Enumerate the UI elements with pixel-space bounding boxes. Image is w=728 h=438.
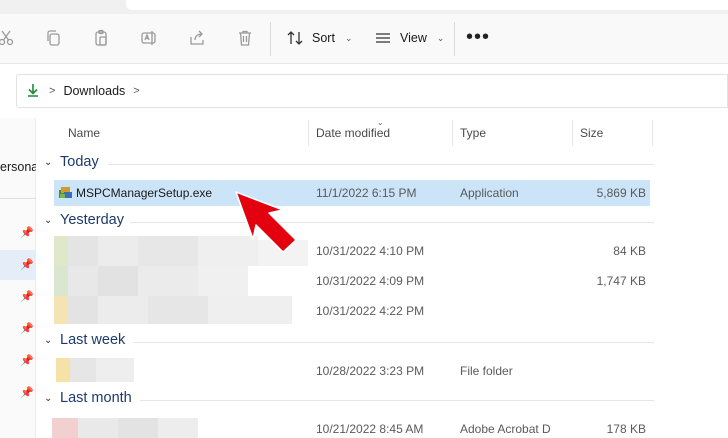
file-size: 178 KB [606, 422, 646, 436]
pin-icon: 📌 [20, 259, 34, 271]
pin-icon: 📌 [20, 323, 34, 335]
file-date: 10/28/2022 3:23 PM [316, 364, 425, 378]
group-label: Last month [60, 390, 132, 406]
cut-icon[interactable] [0, 24, 18, 52]
file-date: 10/31/2022 4:22 PM [316, 304, 425, 318]
blurred-pdf-name [52, 418, 198, 438]
chevron-down-icon: ⌄ [344, 32, 353, 43]
file-name: MSPCManagerSetup.exe [76, 186, 213, 200]
pin-icon: 📌 [20, 291, 34, 303]
group-label: Last week [60, 332, 126, 348]
chevron-down-icon: ⌄ [436, 32, 445, 43]
pin-icon: 📌 [20, 355, 34, 367]
rename-icon[interactable] [136, 24, 162, 52]
download-icon [25, 82, 41, 101]
paste-icon[interactable] [88, 24, 114, 52]
installer-file-icon [58, 184, 74, 203]
group-divider [134, 342, 654, 343]
file-size: 1,747 KB [596, 274, 646, 288]
pin-icon: 📌 [20, 227, 34, 239]
group-header-last-month[interactable]: ⌄ Last month [44, 390, 132, 406]
blurred-folder-name [56, 358, 134, 382]
breadcrumb-chevron-icon[interactable]: > [133, 85, 139, 97]
share-icon[interactable] [184, 24, 210, 52]
column-date-modified[interactable]: Date modified [316, 126, 390, 140]
column-size[interactable]: Size [580, 126, 603, 140]
toolbar-separator [454, 22, 455, 56]
pin-icon: 📌 [20, 387, 34, 399]
toolbar-separator [270, 22, 271, 56]
column-divider[interactable] [452, 120, 453, 146]
chevron-down-icon: ⌄ [44, 214, 53, 226]
table-row[interactable]: MSPCManagerSetup.exe 11/1/2022 6:15 PM A… [54, 180, 650, 206]
file-type: File folder [460, 364, 513, 378]
command-bar: Sort ⌄ View ⌄ ••• [0, 14, 728, 64]
window-tab-area [126, 0, 728, 10]
chevron-down-icon: ⌄ [44, 156, 53, 168]
column-header: ⌄ Name Date modified Type Size [54, 118, 654, 148]
group-divider [130, 222, 654, 223]
file-date: 10/31/2022 4:09 PM [316, 274, 425, 288]
column-divider[interactable] [572, 120, 573, 146]
sort-label: Sort [312, 31, 335, 45]
file-date: 10/21/2022 8:45 AM [316, 422, 424, 436]
file-date: 11/1/2022 6:15 PM [316, 186, 417, 200]
column-type[interactable]: Type [460, 126, 486, 140]
column-name[interactable]: Name [68, 126, 100, 140]
nav-divider [0, 198, 36, 199]
view-icon [376, 33, 390, 43]
group-header-yesterday[interactable]: ⌄ Yesterday [44, 212, 124, 228]
view-button[interactable]: View ⌄ [374, 24, 444, 52]
sort-button[interactable]: Sort ⌄ [286, 24, 352, 52]
group-divider [140, 400, 654, 401]
file-type: Application [460, 186, 519, 200]
group-divider [108, 164, 654, 165]
group-label: Today [60, 154, 99, 170]
view-label: View [400, 31, 427, 45]
sort-icon [287, 31, 303, 45]
copy-icon[interactable] [40, 24, 66, 52]
file-size: 5,869 KB [596, 186, 646, 200]
chevron-down-icon: ⌄ [44, 334, 53, 346]
file-type: Adobe Acrobat D [460, 422, 551, 436]
file-date: 10/31/2022 4:10 PM [316, 244, 425, 258]
breadcrumb-downloads[interactable]: Downloads [63, 84, 125, 98]
blurred-file-names [54, 236, 308, 324]
breadcrumb-chevron-icon[interactable]: > [49, 85, 55, 97]
group-label: Yesterday [60, 212, 124, 228]
more-options-button[interactable]: ••• [466, 27, 490, 47]
file-size: 84 KB [613, 244, 646, 258]
navigation-pane: ersona 📌 📌 📌 📌 📌 📌 [0, 118, 36, 438]
nav-item-personal[interactable]: ersona [0, 160, 36, 174]
group-header-today[interactable]: ⌄ Today [44, 154, 99, 170]
table-row[interactable]: 10/28/2022 3:23 PM File folder [54, 358, 650, 384]
title-strip [0, 0, 728, 14]
chevron-down-icon: ⌄ [44, 392, 53, 404]
group-header-last-week[interactable]: ⌄ Last week [44, 332, 125, 348]
column-divider[interactable] [652, 120, 653, 146]
delete-icon[interactable] [232, 24, 258, 52]
address-bar[interactable]: > Downloads > [16, 74, 728, 108]
column-divider[interactable] [308, 120, 309, 146]
